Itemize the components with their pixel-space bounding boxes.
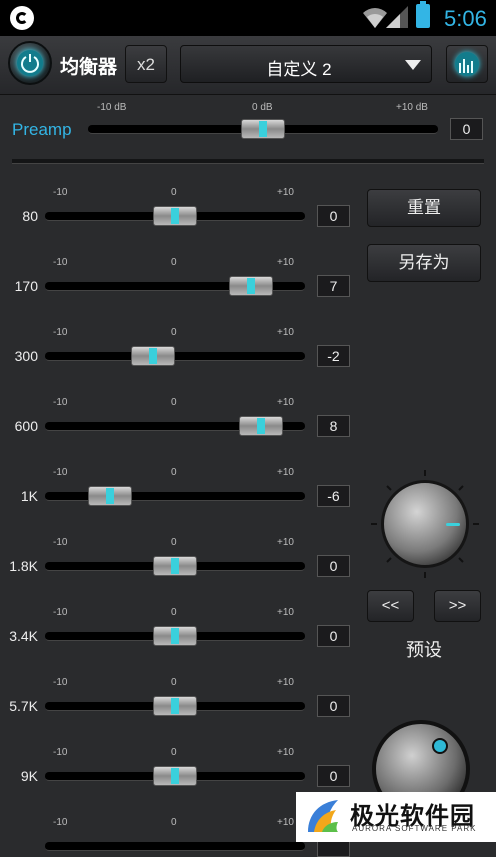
band-scale-max: +10 — [277, 467, 294, 478]
band-frequency-label: 80 — [22, 208, 38, 224]
band-frequency-label: 9K — [20, 768, 38, 784]
band-value: 0 — [317, 625, 350, 647]
band-scale-max: +10 — [277, 257, 294, 268]
band-scale-max: +10 — [277, 607, 294, 618]
page-title: 均衡器 — [60, 57, 118, 78]
band-scale-min: -10 — [53, 537, 68, 548]
band-value: 8 — [317, 415, 350, 437]
status-bar: 5:06 — [0, 0, 496, 36]
next-preset-button[interactable]: >> — [434, 590, 481, 622]
power-icon — [21, 54, 39, 73]
band-frequency-label: 600 — [14, 418, 38, 434]
band-scale-mid: 0 — [171, 327, 177, 338]
band-value: 7 — [317, 275, 350, 297]
band-slider[interactable] — [45, 492, 305, 501]
band-scale-max: +10 — [277, 187, 294, 198]
band-scale-max: +10 — [277, 327, 294, 338]
clock: 5:06 — [444, 6, 487, 31]
band-scale-mid: 0 — [171, 747, 177, 758]
aurora-logo-icon — [308, 800, 338, 832]
signal-icon — [386, 6, 408, 28]
preamp-min-label: -10 dB — [97, 102, 127, 113]
band-scale-mid: 0 — [171, 397, 177, 408]
power-button[interactable] — [8, 41, 52, 85]
preset-dropdown[interactable]: 自定义 2 — [180, 45, 432, 83]
band-frequency-label: 5.7K — [9, 698, 38, 714]
reset-button[interactable]: 重置 — [367, 189, 481, 227]
presets-label: 预设 — [406, 640, 442, 660]
band-scale-min: -10 — [53, 327, 68, 338]
band-slider-thumb[interactable] — [131, 346, 176, 366]
band-slider-thumb[interactable] — [228, 276, 273, 296]
band-slider-thumb[interactable] — [88, 486, 133, 506]
band-scale-max: +10 — [277, 397, 294, 408]
band-scale-mid: 0 — [171, 467, 177, 478]
band-value: -2 — [317, 345, 350, 367]
band-scale-mid: 0 — [171, 537, 177, 548]
toolbar: 均衡器 x2 自定义 2 — [0, 36, 496, 95]
band-slider-thumb[interactable] — [239, 416, 284, 436]
band-slider[interactable] — [45, 842, 305, 851]
band-value: 0 — [317, 695, 350, 717]
band-scale-mid: 0 — [171, 187, 177, 198]
visualizer-button[interactable] — [446, 45, 488, 83]
band-scale-max: +10 — [277, 537, 294, 548]
band-scale-mid: 0 — [171, 257, 177, 268]
band-scale-max: +10 — [277, 747, 294, 758]
band-value: 0 — [317, 205, 350, 227]
band-frequency-label: 170 — [14, 278, 38, 294]
band-value: 0 — [317, 555, 350, 577]
band-slider-thumb[interactable] — [153, 626, 197, 646]
band-scale-min: -10 — [53, 817, 68, 828]
band-slider-thumb[interactable] — [153, 556, 197, 576]
battery-icon — [416, 1, 430, 28]
equalizer-bars-icon — [459, 59, 473, 73]
save-as-button[interactable]: 另存为 — [367, 244, 481, 282]
app-notification-icon — [10, 6, 34, 30]
band-scale-mid: 0 — [171, 817, 177, 828]
band-scale-min: -10 — [53, 187, 68, 198]
band-scale-min: -10 — [53, 747, 68, 758]
band-value: -6 — [317, 485, 350, 507]
band-frequency-label: 300 — [14, 348, 38, 364]
divider — [12, 159, 484, 164]
band-scale-max: +10 — [277, 677, 294, 688]
wifi-icon — [363, 8, 387, 29]
band-slider-thumb[interactable] — [153, 206, 197, 226]
preamp-max-label: +10 dB — [396, 102, 428, 113]
band-scale-max: +10 — [277, 817, 294, 828]
watermark-subtitle: AURORA SOFTWARE PARK — [352, 824, 477, 833]
band-scale-min: -10 — [53, 257, 68, 268]
band-scale-mid: 0 — [171, 677, 177, 688]
preamp-slider-thumb[interactable] — [241, 119, 285, 139]
prev-preset-button[interactable]: << — [367, 590, 414, 622]
watermark: 极光软件园 AURORA SOFTWARE PARK — [296, 792, 496, 842]
band-scale-min: -10 — [53, 607, 68, 618]
preamp-mid-label: 0 dB — [252, 102, 273, 113]
band-frequency-label: 1.8K — [9, 558, 38, 574]
band-frequency-label: 1K — [20, 488, 38, 504]
preamp-label: Preamp — [12, 120, 72, 139]
band-scale-min: -10 — [53, 677, 68, 688]
band-scale-min: -10 — [53, 467, 68, 478]
chevron-down-icon — [405, 60, 421, 70]
band-slider-thumb[interactable] — [153, 766, 197, 786]
band-frequency-label: 3.4K — [9, 628, 38, 644]
preamp-value: 0 — [450, 118, 483, 140]
band-scale-min: -10 — [53, 397, 68, 408]
x2-button[interactable]: x2 — [125, 45, 167, 83]
band-slider-thumb[interactable] — [153, 696, 197, 716]
preset-knob[interactable] — [381, 480, 469, 568]
band-value: 0 — [317, 765, 350, 787]
band-scale-mid: 0 — [171, 607, 177, 618]
preset-dropdown-value: 自定义 2 — [266, 60, 332, 79]
